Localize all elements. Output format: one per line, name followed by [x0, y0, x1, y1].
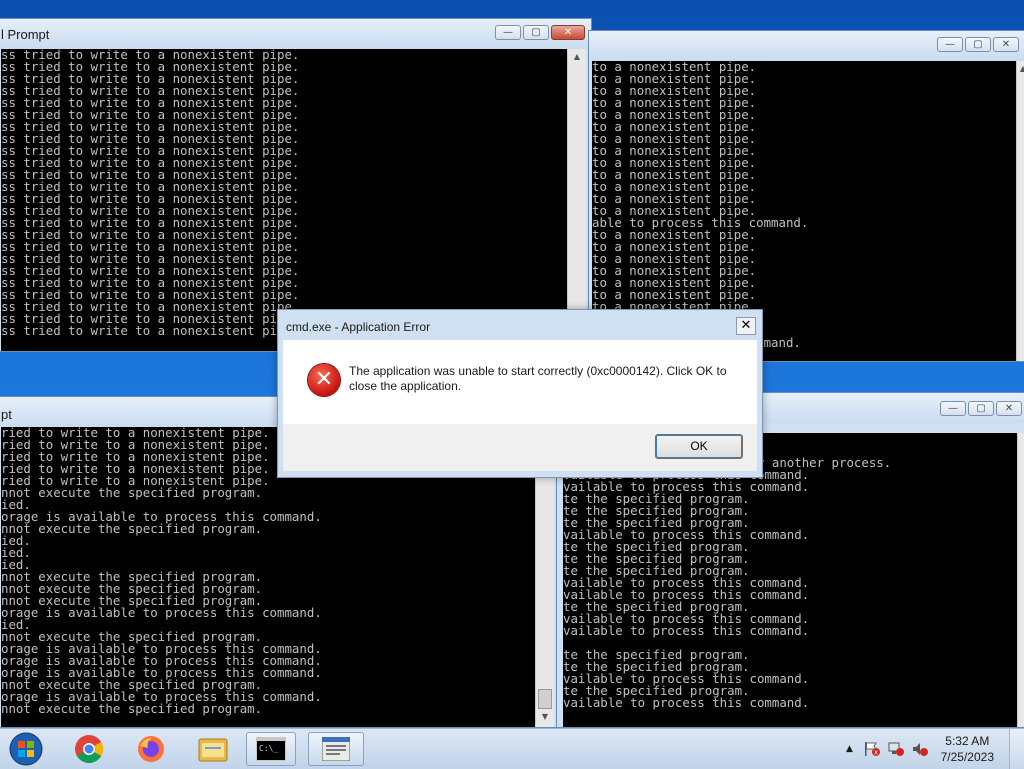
window-titlebar[interactable]: — ▢ ✕	[589, 31, 1024, 61]
close-button[interactable]: ✕	[993, 37, 1019, 52]
scroll-down-arrow-icon[interactable]: ▼	[536, 709, 554, 725]
svg-text:C:\_: C:\_	[259, 744, 278, 753]
console-line: orage is available to process this comma…	[1, 605, 322, 620]
console-line: nnot execute the specified program.	[1, 521, 263, 536]
network-icon[interactable]	[887, 741, 905, 757]
window-titlebar[interactable]: l Prompt — ▢ ✕	[0, 19, 591, 49]
minimize-button[interactable]: —	[937, 37, 963, 52]
command-prompt-icon: C:\_	[256, 737, 286, 761]
dialog-title: cmd.exe - Application Error	[286, 320, 431, 334]
scroll-up-arrow-icon[interactable]: ▲	[1017, 61, 1024, 77]
scroll-up-arrow-icon[interactable]: ▲	[568, 49, 586, 65]
minimize-button[interactable]: —	[940, 401, 966, 416]
console-line: nnot execute the specified program.	[1, 485, 263, 500]
vertical-scrollbar[interactable]: ▲	[567, 49, 586, 351]
action-center-flag-icon[interactable]: x	[863, 741, 881, 757]
maximize-button[interactable]: ▢	[965, 37, 991, 52]
console-output[interactable]: ss tried to write to a nonexistent pipe.…	[1, 49, 567, 351]
console-line: ied.	[1, 545, 31, 560]
vertical-scrollbar[interactable]	[1017, 433, 1024, 727]
application-window-taskbar-button[interactable]	[308, 732, 364, 766]
console-line: ied.	[1, 533, 31, 548]
close-button[interactable]: ✕	[551, 25, 585, 40]
console-line: nnot execute the specified program.	[1, 701, 263, 716]
clock-date: 7/25/2023	[940, 750, 994, 764]
window-title: pt	[1, 407, 12, 422]
chrome-icon	[75, 735, 103, 763]
minimize-button[interactable]: —	[495, 25, 521, 40]
clock-time: 5:32 AM	[945, 734, 990, 748]
folder-icon	[198, 738, 228, 762]
show-hidden-icons-chevron-icon[interactable]: ▲	[846, 744, 853, 754]
svg-text:x: x	[874, 749, 878, 757]
error-message: The application was unable to start corr…	[349, 364, 727, 393]
chrome-taskbar-button[interactable]	[66, 732, 112, 766]
error-icon: ✕	[308, 364, 340, 396]
cmd-taskbar-button[interactable]: C:\_	[246, 732, 296, 766]
system-tray: ▲ x	[846, 729, 929, 769]
console-line: vailable to process this command.	[563, 623, 810, 638]
scrollbar-thumb[interactable]	[538, 689, 552, 709]
console-line: vailable to process this command.	[563, 695, 810, 710]
application-error-dialog[interactable]: cmd.exe - Application Error ✕ ✕ The appl…	[277, 309, 763, 478]
start-button[interactable]	[4, 732, 48, 766]
cmd-window-top-left[interactable]: l Prompt — ▢ ✕ ss tried to write to a no…	[0, 18, 592, 352]
taskbar: C:\_ ▲ x 5:32 AM 7/25/2023	[0, 728, 1024, 769]
file-explorer-taskbar-button[interactable]	[190, 732, 236, 766]
close-button[interactable]: ✕	[996, 401, 1022, 416]
windows-start-orb-icon	[9, 732, 43, 766]
firefox-icon	[138, 736, 164, 762]
vertical-scrollbar[interactable]: ▲	[1016, 61, 1024, 361]
window-app-icon	[322, 737, 350, 761]
maximize-button[interactable]: ▢	[968, 401, 994, 416]
window-title: l Prompt	[1, 27, 50, 42]
maximize-button[interactable]: ▢	[523, 25, 549, 40]
dialog-footer: OK	[283, 424, 757, 471]
ok-button[interactable]: OK	[655, 434, 743, 459]
show-desktop-button[interactable]	[1009, 729, 1024, 769]
dialog-close-button[interactable]: ✕	[736, 317, 756, 335]
system-clock[interactable]: 5:32 AM 7/25/2023	[941, 733, 994, 765]
firefox-taskbar-button[interactable]	[128, 732, 174, 766]
dialog-body: ✕ The application was unable to start co…	[283, 340, 757, 424]
volume-muted-icon[interactable]	[911, 741, 929, 757]
